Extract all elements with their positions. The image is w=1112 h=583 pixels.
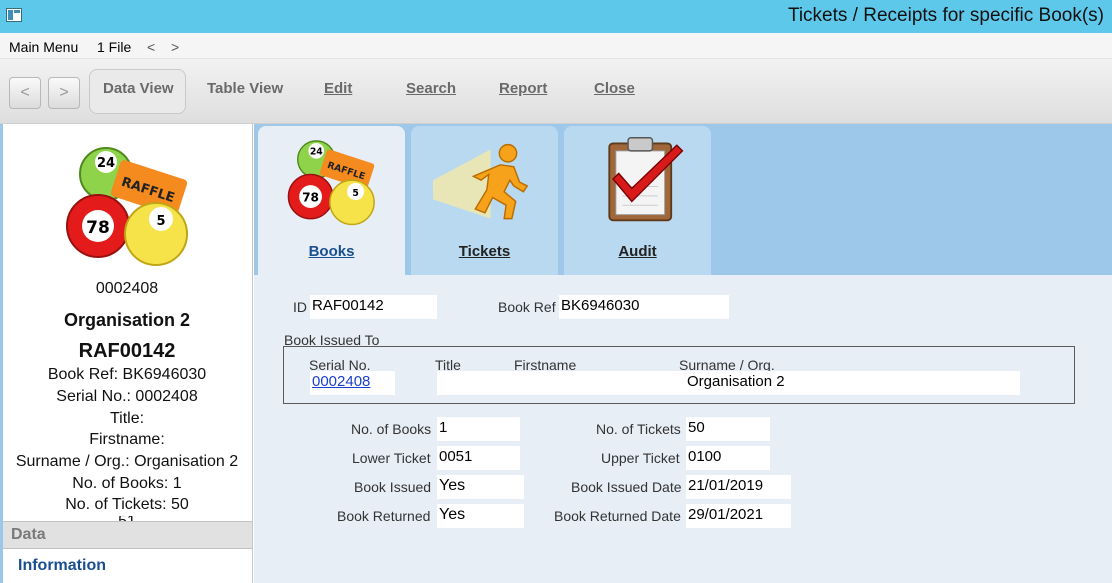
lower-ticket-field[interactable]: 0051 (437, 446, 520, 470)
book-returned-label: Book Returned (337, 508, 431, 524)
toolbar: < > Data View Table View Edit Search Rep… (0, 59, 1112, 124)
book-ref-label: Book Ref (498, 299, 556, 315)
book-returned-date-field[interactable]: 29/01/2021 (686, 504, 791, 528)
table-view-button[interactable]: Table View (207, 80, 283, 97)
summary-tickets: No. of Tickets: 50 (65, 496, 189, 513)
book-ref-field[interactable]: BK6946030 (559, 295, 729, 319)
serial-no-field[interactable]: 0002408 (310, 371, 395, 395)
data-section-header[interactable]: Data (3, 521, 252, 549)
lower-ticket-label: Lower Ticket (352, 450, 431, 466)
book-issued-date-field[interactable]: 21/01/2019 (686, 475, 791, 499)
tab-audit-label: Audit (618, 243, 657, 260)
menu-bar: Main Menu 1 File < > (0, 33, 1112, 59)
book-issued-label: Book Issued (354, 479, 432, 495)
title-bar: Tickets / Receipts for specific Book(s) (0, 0, 1112, 33)
search-button[interactable]: Search (406, 80, 456, 97)
forward-button[interactable]: > (48, 77, 80, 109)
no-of-books-field[interactable]: 1 (437, 417, 520, 441)
data-section-label: Data (11, 526, 46, 543)
back-button[interactable]: < (9, 77, 41, 109)
svg-text:5: 5 (352, 188, 358, 199)
data-view-button[interactable]: Data View (103, 80, 174, 97)
tab-tickets[interactable]: Tickets (411, 126, 558, 275)
svg-text:78: 78 (302, 191, 319, 205)
information-nav-item[interactable]: Information (18, 557, 106, 575)
app-icon[interactable] (6, 8, 22, 22)
svg-text:24: 24 (97, 156, 115, 171)
main-content: 24 RAFFLE 78 5 Books Tickets Audit ID RA… (254, 124, 1112, 583)
serial-no-link[interactable]: 0002408 (312, 373, 370, 390)
no-of-books-label: No. of Books (351, 421, 432, 437)
summary-firstname: Firstname: (89, 431, 165, 448)
tab-strip: 24 RAFFLE 78 5 Books Tickets Audit (254, 124, 1112, 275)
report-button[interactable]: Report (499, 80, 547, 97)
summary-id: RAF00142 (78, 340, 176, 362)
edit-button[interactable]: Edit (324, 80, 352, 97)
tab-tickets-label: Tickets (458, 243, 511, 260)
running-ticket-icon (433, 143, 529, 220)
summary-serial: 0002408 (95, 280, 159, 297)
tab-books-label: Books (308, 243, 355, 260)
book-returned-date-label: Book Returned Date (554, 508, 681, 524)
book-returned-field[interactable]: Yes (437, 504, 524, 528)
tab-books[interactable]: 24 RAFFLE 78 5 Books (258, 126, 405, 275)
svg-text:5: 5 (156, 214, 165, 229)
menu-prev-arrow[interactable]: < (147, 39, 155, 55)
menu-file[interactable]: 1 File (97, 39, 131, 55)
summary-organisation: Organisation 2 (63, 310, 191, 330)
window-title: Tickets / Receipts for specific Book(s) (787, 5, 1104, 26)
name-field[interactable]: Organisation 2 (437, 371, 1020, 395)
svg-text:78: 78 (86, 218, 110, 238)
close-button[interactable]: Close (594, 80, 635, 97)
summary-panel: 24 RAFFLE 78 5 0002408 Organisation 2 RA… (0, 124, 253, 583)
book-issued-field[interactable]: Yes (437, 475, 524, 499)
summary-serial-no: Serial No.: 0002408 (56, 388, 198, 405)
upper-ticket-label: Upper Ticket (601, 450, 680, 466)
summary-surname: Surname / Org.: Organisation 2 (15, 453, 239, 470)
menu-next-arrow[interactable]: > (171, 39, 179, 55)
book-issued-date-label: Book Issued Date (571, 479, 682, 495)
clipboard-check-icon (608, 137, 684, 222)
summary-book-ref: Book Ref: BK6946030 (47, 366, 207, 383)
no-of-tickets-label: No. of Tickets (596, 421, 681, 437)
svg-text:24: 24 (310, 146, 323, 157)
no-of-tickets-field[interactable]: 50 (686, 417, 770, 441)
upper-ticket-field[interactable]: 0100 (686, 446, 770, 470)
id-label: ID (293, 299, 307, 315)
tab-audit[interactable]: Audit (564, 126, 711, 275)
summary-title: Title: (109, 410, 145, 427)
id-field[interactable]: RAF00142 (310, 295, 437, 319)
raffle-balls-icon: 24 RAFFLE 78 5 (287, 140, 375, 226)
summary-books: No. of Books: 1 (72, 475, 182, 492)
menu-main-menu[interactable]: Main Menu (9, 39, 78, 55)
raffle-balls-icon: 24 RAFFLE 78 5 (66, 147, 188, 266)
